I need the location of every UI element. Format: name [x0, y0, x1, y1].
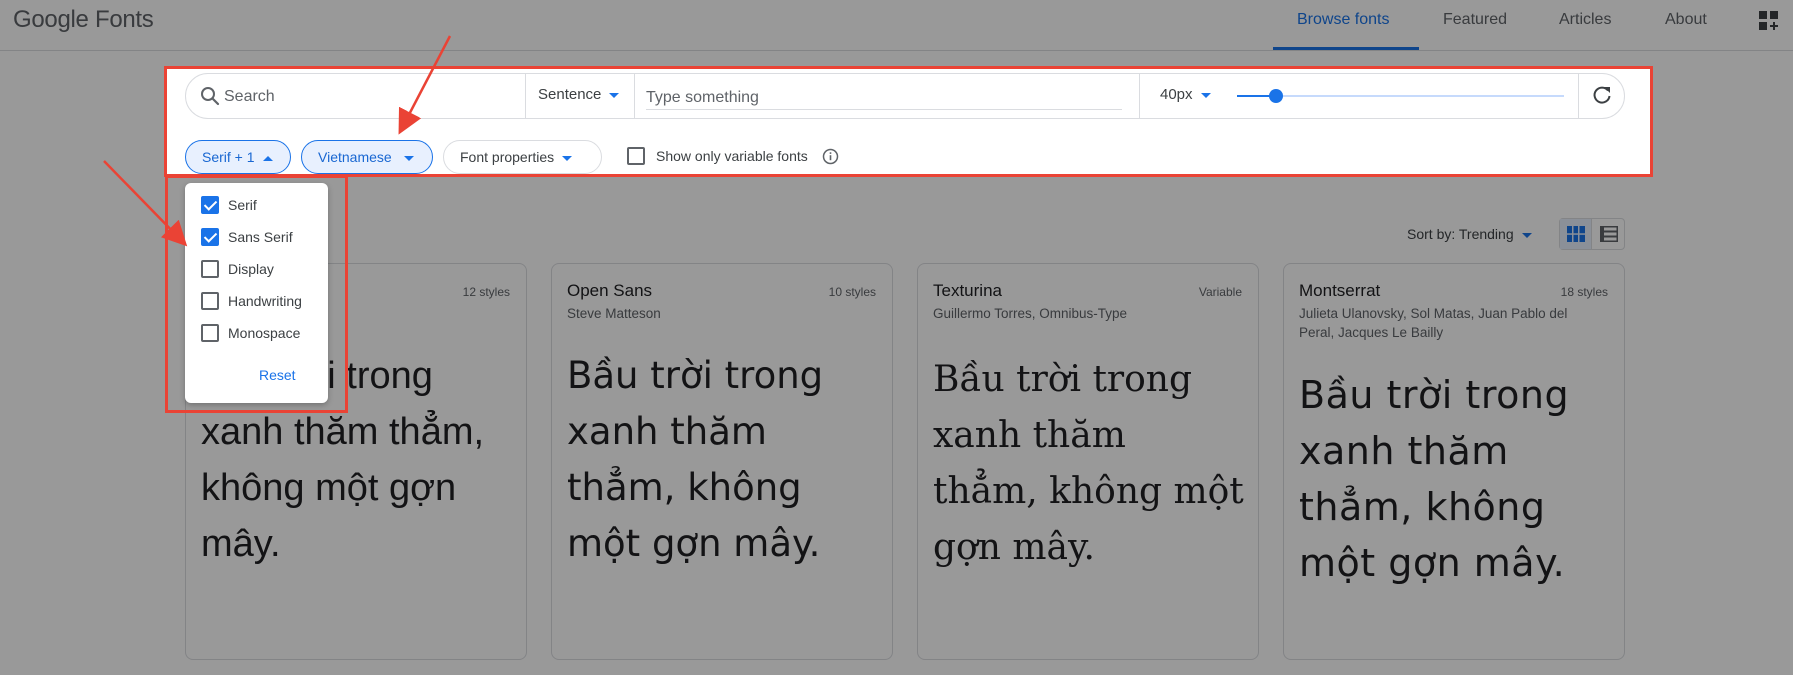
option-label: Handwriting [228, 293, 302, 309]
nav-featured[interactable]: Featured [1443, 0, 1507, 51]
category-option-sans-serif[interactable]: Sans Serif [201, 228, 293, 250]
font-properties-label: Font properties [460, 149, 555, 165]
font-properties-chip[interactable]: Font properties [443, 140, 602, 174]
language-filter-chip[interactable]: Vietnamese [301, 140, 433, 174]
font-styles-count: 12 styles [462, 285, 510, 299]
font-sample-text: Bầu trời trong xanh thăm thẳm, không một… [933, 359, 1244, 568]
top-app-bar: Google Fonts Browse fonts Featured Artic… [0, 0, 1793, 51]
preview-text-input[interactable] [646, 86, 1122, 110]
grid-view-icon [1567, 226, 1585, 242]
search-input[interactable] [224, 86, 514, 108]
preview-mode-label: Sentence [538, 86, 602, 103]
variable-fonts-label: Show only variable fonts [656, 148, 808, 164]
apps-grid-icon[interactable] [1758, 10, 1780, 32]
font-card[interactable]: Texturina Variable Guillermo Torres, Omn… [917, 263, 1259, 660]
refresh-icon[interactable] [1591, 84, 1613, 106]
checkbox-unchecked[interactable] [201, 292, 219, 310]
nav-browse-fonts[interactable]: Browse fonts [1297, 0, 1389, 51]
font-author: Guillermo Torres, Omnibus-Type [933, 306, 1128, 321]
chevron-down-icon [403, 155, 414, 161]
sort-label: Sort by: Trending [1407, 226, 1514, 242]
font-author: Steve Matteson [567, 306, 661, 321]
option-label: Display [228, 261, 274, 277]
font-styles-count: 10 styles [828, 285, 876, 299]
sort-dropdown[interactable]: Sort by: Trending [1407, 226, 1532, 242]
nav-about[interactable]: About [1665, 0, 1707, 51]
chevron-down-icon [1521, 232, 1532, 238]
info-icon[interactable] [822, 148, 839, 165]
divider [1578, 74, 1579, 118]
font-styles-count: Variable [1198, 285, 1242, 299]
language-chip-label: Vietnamese [318, 149, 392, 165]
chevron-down-icon [1200, 92, 1211, 98]
font-author: Julieta Ulanovsky, Sol Matas, Juan Pablo… [1299, 306, 1568, 340]
checkbox-unchecked[interactable] [201, 324, 219, 342]
category-option-serif[interactable]: Serif [201, 196, 257, 218]
font-size-slider-track[interactable] [1237, 95, 1564, 97]
font-card[interactable]: Open Sans 10 styles Steve Matteson Bầu t… [551, 263, 893, 660]
category-filter-chip[interactable]: Serif + 1 [185, 140, 291, 174]
variable-fonts-checkbox[interactable] [627, 147, 645, 165]
nav-articles[interactable]: Articles [1559, 0, 1611, 51]
category-option-display[interactable]: Display [201, 260, 274, 282]
category-dropdown-menu: Serif Sans Serif Display Handwriting Mon… [185, 183, 328, 403]
chevron-up-icon [262, 155, 273, 161]
divider [634, 74, 635, 118]
list-view-icon [1600, 226, 1618, 242]
chevron-down-icon [562, 155, 573, 161]
list-view-button[interactable] [1593, 219, 1624, 249]
divider [1139, 74, 1140, 118]
category-option-monospace[interactable]: Monospace [201, 324, 300, 346]
category-option-handwriting[interactable]: Handwriting [201, 292, 302, 314]
option-label: Monospace [228, 325, 301, 341]
divider [525, 74, 526, 118]
preview-mode-dropdown[interactable]: Sentence [538, 86, 620, 103]
category-chip-label: Serif + 1 [202, 149, 255, 165]
google-fonts-logo[interactable]: Google Fonts [13, 6, 154, 34]
font-name: Open Sans [567, 281, 653, 300]
reset-button[interactable]: Reset [259, 367, 296, 383]
font-card[interactable]: Montserrat 18 styles Julieta Ulanovsky, … [1283, 263, 1625, 660]
font-name: Montserrat [1299, 281, 1381, 300]
font-size-label: 40px [1160, 86, 1193, 103]
grid-view-button[interactable] [1560, 219, 1592, 249]
checkbox-checked[interactable] [201, 228, 219, 246]
active-nav-indicator [1273, 47, 1419, 50]
search-icon [201, 87, 220, 106]
font-sample-text: Bầu trời trong xanh thăm thẳm, không một… [567, 354, 824, 565]
font-name: Texturina [933, 281, 1002, 300]
checkbox-unchecked[interactable] [201, 260, 219, 278]
option-label: Sans Serif [228, 229, 293, 245]
font-size-slider-thumb[interactable] [1269, 89, 1283, 103]
option-label: Serif [228, 197, 257, 213]
checkbox-checked[interactable] [201, 196, 219, 214]
font-sample-text: Bầu trời trong xanh thăm thẳm, không một… [1299, 373, 1570, 585]
font-styles-count: 18 styles [1560, 285, 1608, 299]
chevron-down-icon [609, 92, 620, 98]
font-size-dropdown[interactable]: 40px [1160, 86, 1211, 103]
